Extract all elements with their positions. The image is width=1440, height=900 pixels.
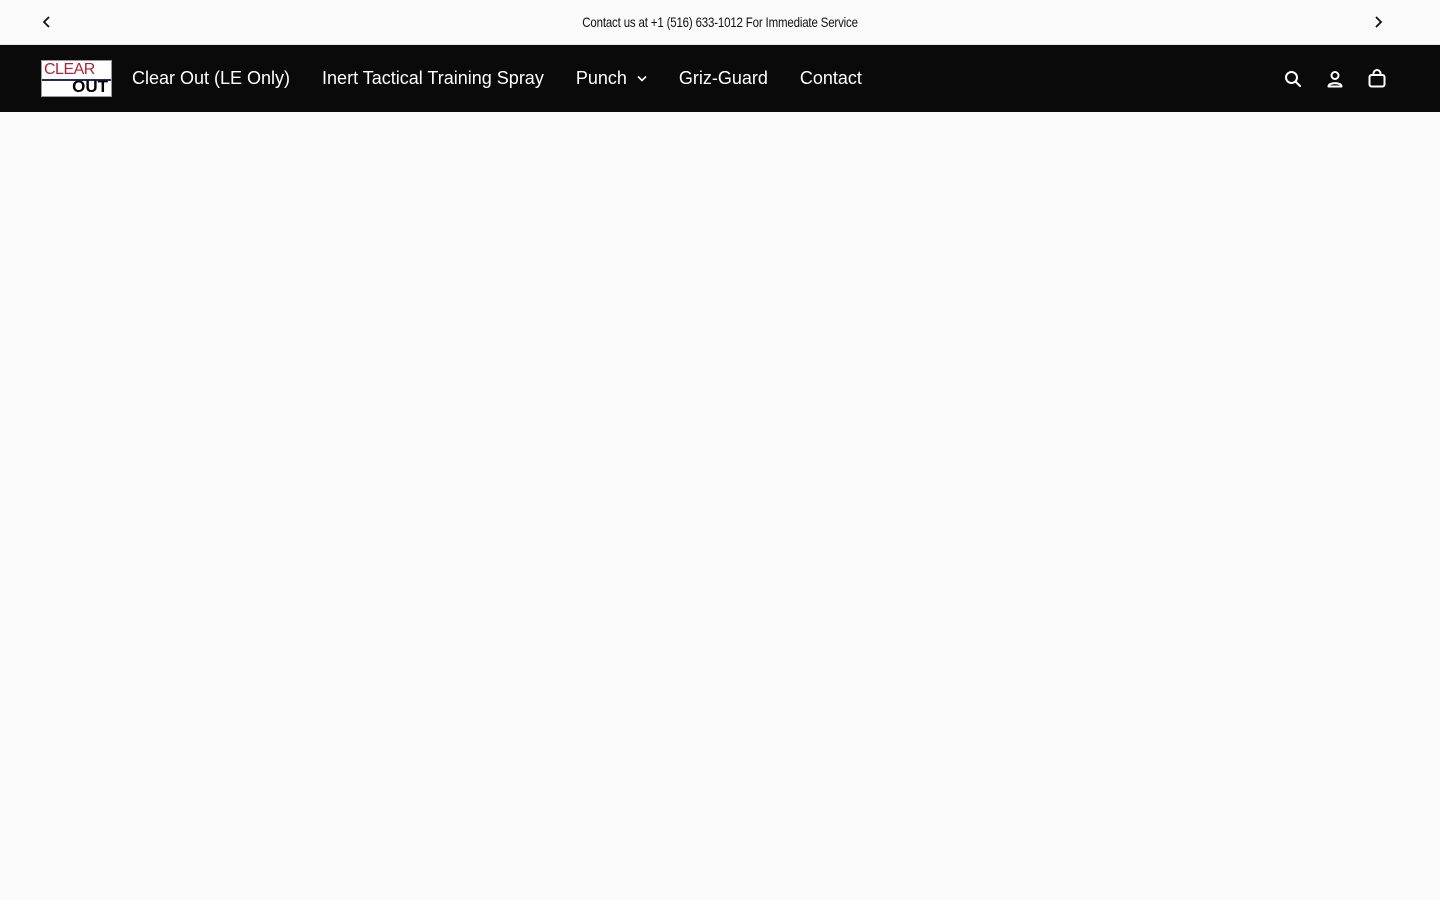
header-icons bbox=[1262, 45, 1388, 112]
account-icon[interactable] bbox=[1324, 68, 1346, 90]
nav-item-contact[interactable]: Contact bbox=[800, 68, 862, 89]
nav-item-clear-out[interactable]: Clear Out (LE Only) bbox=[132, 68, 290, 89]
site-header: CLEAR OUT Clear Out (LE Only) Inert Tact… bbox=[0, 45, 1440, 112]
logo[interactable]: CLEAR OUT bbox=[41, 60, 112, 97]
search-icon[interactable] bbox=[1282, 68, 1304, 90]
nav-item-punch[interactable]: Punch bbox=[576, 68, 647, 89]
nav-item-label: Punch bbox=[575, 68, 627, 88]
announcement-bar: Contact us at +1 (516) 633-1012 For Imme… bbox=[0, 0, 1440, 45]
nav-item-inert-training-spray[interactable]: Inert Tactical Training Spray bbox=[322, 68, 544, 89]
main-nav: Clear Out (LE Only) Inert Tactical Train… bbox=[132, 45, 894, 112]
nav-item-label: Inert Tactical Training Spray bbox=[322, 68, 544, 88]
nav-item-label: Contact bbox=[799, 68, 862, 88]
chevron-right-icon[interactable] bbox=[1368, 12, 1388, 32]
chevron-down-icon bbox=[637, 75, 647, 82]
logo-line2: OUT bbox=[72, 77, 108, 96]
nav-item-label: Griz-Guard bbox=[678, 68, 768, 88]
nav-item-label: Clear Out (LE Only) bbox=[132, 68, 291, 88]
chevron-left-icon[interactable] bbox=[37, 12, 57, 32]
main-content bbox=[0, 112, 1440, 900]
cart-icon[interactable] bbox=[1366, 68, 1388, 90]
announcement-text: Contact us at +1 (516) 633-1012 For Imme… bbox=[582, 14, 858, 30]
nav-item-griz-guard[interactable]: Griz-Guard bbox=[679, 68, 768, 89]
